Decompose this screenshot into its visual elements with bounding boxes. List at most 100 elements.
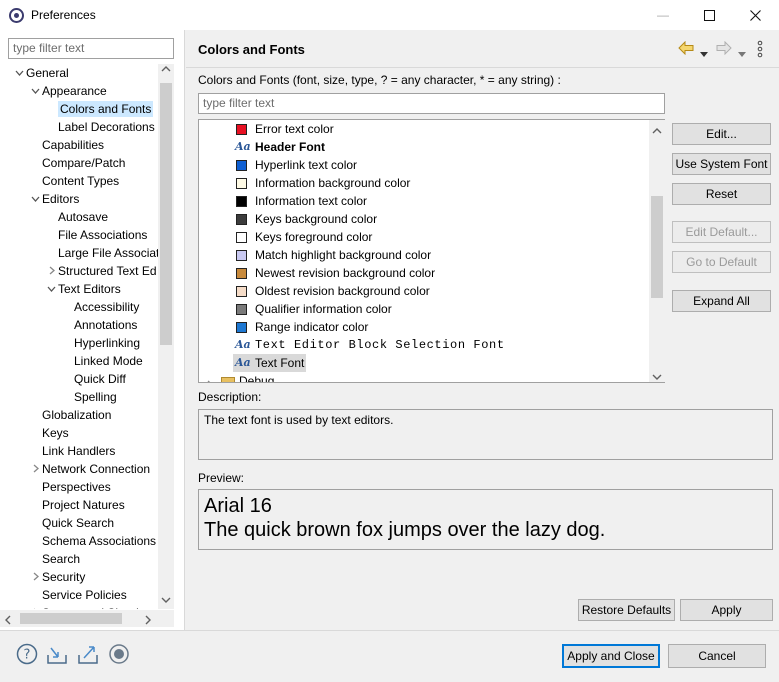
tree-item[interactable]: Link Handlers [28, 442, 115, 460]
tree-item[interactable]: Appearance [28, 82, 107, 100]
back-arrow-icon[interactable] [677, 40, 695, 58]
export-icon[interactable] [77, 643, 99, 665]
scroll-down-icon[interactable] [652, 370, 662, 384]
tree-item[interactable]: Hyperlinking [60, 334, 140, 352]
view-menu-icon[interactable] [757, 40, 763, 61]
tree-item[interactable]: Compare/Patch [28, 154, 125, 172]
color-font-item[interactable]: Oldest revision background color [199, 282, 649, 300]
tree-item[interactable]: Label Decorations [44, 118, 155, 136]
color-swatch [236, 286, 247, 297]
tree-item[interactable]: Globalization [28, 406, 111, 424]
color-font-item[interactable]: Hyperlink text color [199, 156, 649, 174]
color-font-item[interactable]: Range indicator color [199, 318, 649, 336]
cancel-button[interactable]: Cancel [668, 644, 766, 668]
chevron-down-icon[interactable] [44, 282, 58, 300]
tree-item[interactable]: Startup and Shutdow [28, 604, 154, 609]
tree-item[interactable]: Editors [28, 190, 79, 208]
close-icon[interactable] [732, 0, 778, 30]
tree-hscroll-thumb[interactable] [20, 613, 122, 624]
tree-item[interactable]: Keys [28, 424, 69, 442]
chevron-right-icon[interactable] [28, 606, 42, 609]
color-font-item[interactable]: Qualifier information color [199, 300, 649, 318]
scroll-up-icon[interactable] [161, 65, 171, 76]
color-font-item[interactable]: Aa Header Font [199, 138, 649, 156]
chevron-down-icon[interactable] [12, 66, 26, 84]
tree-item[interactable]: Capabilities [28, 136, 104, 154]
tree-item[interactable]: Project Natures [28, 496, 125, 514]
expand-all-button[interactable]: Expand All [672, 290, 771, 312]
tree-item[interactable]: Accessibility [60, 298, 139, 316]
tree-item[interactable]: General [12, 64, 69, 82]
item-label: Qualifier information color [255, 302, 392, 316]
tree-item-label: Network Connection [42, 462, 151, 476]
chevron-down-icon[interactable] [28, 84, 42, 102]
color-font-item[interactable]: Keys background color [199, 210, 649, 228]
color-swatch [236, 214, 247, 225]
scroll-right-icon[interactable] [144, 614, 152, 628]
minimize-icon[interactable]: — [640, 0, 686, 30]
color-swatch [236, 322, 247, 333]
tree-item[interactable]: Quick Diff [60, 370, 126, 388]
record-icon[interactable] [108, 643, 130, 665]
color-font-item[interactable]: Newest revision background color [199, 264, 649, 282]
help-icon[interactable]: ? [16, 643, 38, 665]
color-font-item[interactable]: Keys foreground color [199, 228, 649, 246]
edit-default-button[interactable]: Edit Default... [672, 221, 771, 243]
color-font-item[interactable]: Information background color [199, 174, 649, 192]
color-font-item[interactable]: Aa Text Editor Block Selection Font [199, 336, 649, 354]
tree-item[interactable]: Annotations [60, 316, 137, 334]
description-text: The text font is used by text editors. [204, 413, 394, 427]
item-label: Keys background color [255, 212, 378, 226]
forward-arrow-icon[interactable] [715, 40, 733, 58]
item-label: Match highlight background color [255, 248, 432, 262]
item-label: Information text color [255, 194, 368, 208]
maximize-icon[interactable] [686, 0, 732, 30]
use-system-font-button[interactable]: Use System Font [672, 153, 771, 175]
tree-item[interactable]: Perspectives [28, 478, 111, 496]
tree-scroll-thumb[interactable] [160, 83, 172, 345]
preference-tree: General Appearance Colors and Fonts Label D… [0, 64, 158, 609]
apply-button[interactable]: Apply [680, 599, 773, 621]
color-font-item[interactable]: Error text color [199, 120, 649, 138]
tree-item[interactable]: Search [28, 550, 80, 568]
tree-item[interactable]: Schema Associations [28, 532, 156, 550]
tree-item[interactable]: Network Connection [28, 460, 150, 478]
color-font-filter-input[interactable]: type filter text [198, 93, 665, 114]
color-font-item[interactable]: Match highlight background color [199, 246, 649, 264]
tree-item[interactable]: File Associations [44, 226, 147, 244]
tree-item[interactable]: Structured Text Ed [44, 262, 157, 280]
tree-item[interactable]: Autosave [44, 208, 108, 226]
reset-button[interactable]: Reset [672, 183, 771, 205]
forward-dropdown-icon[interactable] [738, 46, 746, 60]
back-dropdown-icon[interactable] [700, 46, 708, 60]
color-font-item[interactable]: Information text color [199, 192, 649, 210]
import-icon[interactable] [46, 643, 68, 665]
list-scroll-thumb[interactable] [651, 196, 663, 298]
tree-item[interactable]: Quick Search [28, 514, 114, 532]
tree-filter-input[interactable]: type filter text [8, 38, 174, 59]
scroll-down-icon[interactable] [161, 596, 171, 607]
tree-item[interactable]: Linked Mode [60, 352, 143, 370]
tree-item-label: Structured Text Ed [58, 264, 157, 278]
color-font-item[interactable]: Debug [199, 372, 649, 382]
preview-font-name: Arial 16 [204, 495, 272, 517]
chevron-right-icon[interactable] [205, 376, 214, 382]
tree-item[interactable]: Service Policies [28, 586, 127, 604]
tree-item[interactable]: Content Types [28, 172, 119, 190]
edit-button[interactable]: Edit... [672, 123, 771, 145]
tree-item[interactable]: Large File Associat [44, 244, 158, 262]
item-label: Information background color [255, 176, 411, 190]
chevron-down-icon[interactable] [28, 192, 42, 210]
restore-defaults-button[interactable]: Restore Defaults [578, 599, 675, 621]
apply-and-close-button[interactable]: Apply and Close [562, 644, 660, 668]
go-to-default-button[interactable]: Go to Default [672, 251, 771, 273]
tree-item-label: Large File Associat [58, 246, 158, 260]
scroll-up-icon[interactable] [652, 124, 662, 138]
color-font-item[interactable]: Text Font Aa [199, 354, 649, 372]
tree-item[interactable]: Security [28, 568, 85, 586]
tree-item[interactable]: Spelling [60, 388, 117, 406]
scroll-left-icon[interactable] [4, 614, 12, 628]
tree-item[interactable]: Text Editors [44, 280, 121, 298]
description-label: Description: [198, 390, 262, 404]
tree-item[interactable]: Colors and Fonts [44, 100, 154, 118]
